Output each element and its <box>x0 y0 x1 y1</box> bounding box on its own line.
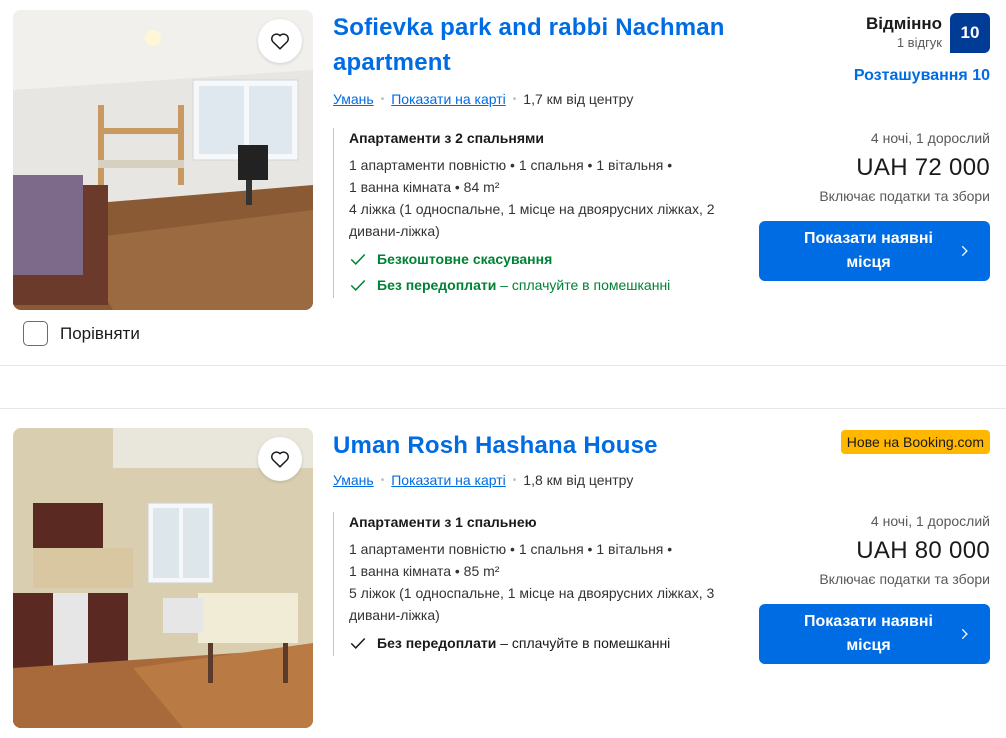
price: UAH 80 000 <box>856 537 990 564</box>
unit-details: 1 апартаменти повністю • 1 спальня • 1 в… <box>349 157 673 173</box>
location-row: Умань • Показати на карті • 1,8 км від ц… <box>333 472 633 488</box>
button-label: Показати наявні місця <box>804 613 933 654</box>
compare-label: Порівняти <box>60 323 140 343</box>
property-card: Порівняти Sofievka park and rabbi Nachma… <box>0 0 1006 365</box>
review-score[interactable]: Відмінно 1 відгук 10 <box>866 13 990 53</box>
favorite-button[interactable] <box>258 437 302 481</box>
property-photo[interactable] <box>13 428 313 728</box>
separator-dot: • <box>380 474 385 486</box>
button-label: Показати наявні місця <box>804 230 933 271</box>
chevron-right-icon <box>961 628 968 640</box>
distance-text: 1,8 км від центру <box>523 472 634 488</box>
unit-details: 1 апартаменти повністю • 1 спальня • 1 в… <box>349 541 673 557</box>
property-card: Uman Rosh Hashana House Умань • Показати… <box>0 408 1006 738</box>
show-availability-button[interactable]: Показати наявні місця <box>759 221 990 281</box>
property-photo[interactable] <box>13 10 313 310</box>
free-cancellation: Безкоштовне скасування <box>349 246 743 272</box>
divider <box>0 365 1006 366</box>
show-availability-button[interactable]: Показати наявні місця <box>759 604 990 664</box>
chevron-right-icon <box>961 245 968 257</box>
room-details: Апартаменти з 2 спальнями 1 апартаменти … <box>333 128 743 298</box>
separator-dot: • <box>512 474 517 486</box>
check-icon <box>350 253 366 265</box>
location-row: Умань • Показати на карті • 1,7 км від ц… <box>333 91 633 107</box>
compare-checkbox[interactable]: Порівняти <box>23 321 140 346</box>
review-word: Відмінно <box>865 14 942 33</box>
unit-details-2: 1 ванна кімната • 85 m² <box>349 563 500 579</box>
new-on-booking-badge: Нове на Booking.com <box>840 430 990 454</box>
beds-info: 5 ліжок (1 односпальне, 1 місце на двояр… <box>349 585 715 623</box>
heart-icon <box>271 33 289 50</box>
property-title[interactable]: Uman Rosh Hashana House <box>333 428 773 463</box>
room-details: Апартаменти з 1 спальнею 1 апартаменти п… <box>333 512 743 656</box>
no-prepayment: Без передоплати – сплачуйте в помешканні <box>349 630 743 656</box>
perk-rest: – сплачуйте в помешканні <box>496 277 671 293</box>
price-box: 4 ночі, 1 дорослий UAH 72 000 Включає по… <box>819 129 990 205</box>
separator-dot: • <box>380 93 385 105</box>
check-icon <box>350 637 366 649</box>
heart-icon <box>271 451 289 468</box>
perk-bold: Без передоплати <box>377 277 497 293</box>
taxes-note: Включає податки та збори <box>819 571 990 587</box>
favorite-button[interactable] <box>258 19 302 63</box>
show-on-map-link[interactable]: Показати на карті <box>391 91 506 107</box>
perk-text: Безкоштовне скасування <box>377 251 553 267</box>
stay-length: 4 ночі, 1 дорослий <box>870 513 990 529</box>
taxes-note: Включає податки та збори <box>819 188 990 204</box>
score-badge: 10 <box>950 13 990 53</box>
room-type: Апартаменти з 1 спальнею <box>349 514 537 530</box>
show-on-map-link[interactable]: Показати на карті <box>391 472 506 488</box>
property-title[interactable]: Sofievka park and rabbi Nachman apartmen… <box>333 10 773 80</box>
no-prepayment: Без передоплати – сплачуйте в помешканні <box>349 272 743 298</box>
perk-bold: Без передоплати <box>377 635 497 651</box>
stay-length: 4 ночі, 1 дорослий <box>870 130 990 146</box>
unit-details-2: 1 ванна кімната • 84 m² <box>349 179 500 195</box>
distance-text: 1,7 км від центру <box>523 91 634 107</box>
perk-rest: – сплачуйте в помешканні <box>496 635 671 651</box>
compare-checkbox-box[interactable] <box>23 321 48 346</box>
separator-dot: • <box>512 93 517 105</box>
beds-info: 4 ліжка (1 односпальне, 1 місце на двояр… <box>349 201 715 239</box>
location-score: Розташування 10 <box>853 67 990 84</box>
city-link[interactable]: Умань <box>333 91 374 107</box>
price-box: 4 ночі, 1 дорослий UAH 80 000 Включає по… <box>819 512 990 588</box>
review-count: 1 відгук <box>896 35 942 50</box>
city-link[interactable]: Умань <box>333 472 374 488</box>
price: UAH 72 000 <box>856 154 990 181</box>
room-type: Апартаменти з 2 спальнями <box>349 130 544 146</box>
check-icon <box>350 279 366 291</box>
